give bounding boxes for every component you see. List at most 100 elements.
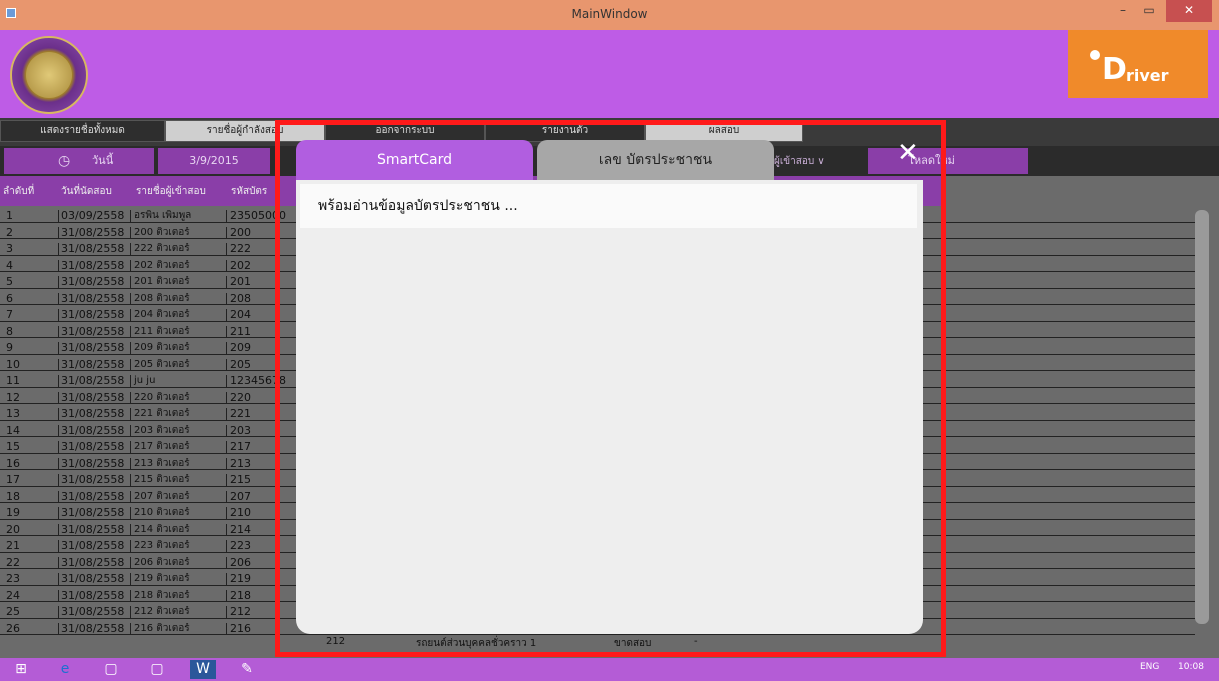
- row-date: 31/08/2558: [58, 358, 130, 371]
- clock-icon: ◷: [58, 153, 71, 169]
- row-date: 31/08/2558: [58, 342, 130, 355]
- row-date: 31/08/2558: [58, 622, 130, 635]
- row-date: 31/08/2558: [58, 276, 130, 289]
- clock: 10:08: [1178, 662, 1204, 672]
- col-date: วันที่นัดสอบ: [61, 186, 112, 197]
- row-number: 4: [6, 259, 13, 272]
- header: D river: [0, 30, 1219, 118]
- row-date: 31/08/2558: [58, 457, 130, 470]
- col-id: รหัสบัตร: [231, 186, 268, 197]
- row-name: 222 ติวเตอร์: [130, 243, 226, 256]
- row-name: 223 ติวเตอร์: [130, 540, 226, 553]
- close-icon[interactable]: ✕: [897, 138, 919, 168]
- idriver-logo: D river: [1068, 30, 1208, 98]
- col-name: รายชื่อผู้เข้าสอบ: [136, 186, 206, 197]
- row-number: 10: [6, 358, 20, 371]
- dialog-body: พร้อมอ่านข้อมูลบัตรประชาชน ...: [296, 180, 923, 634]
- card-reader-dialog: SmartCard เลข บัตรประชาชน พร้อมอ่านข้อมู…: [296, 140, 923, 634]
- row-name: 221 ติวเตอร์: [130, 408, 226, 421]
- row-number: 1: [6, 210, 13, 222]
- row-date: 31/08/2558: [58, 292, 130, 305]
- row-name: 218 ติวเตอร์: [130, 589, 226, 602]
- row-number: 17: [6, 474, 20, 486]
- row-name: 204 ติวเตอร์: [130, 309, 226, 322]
- row-date: 03/09/2558: [58, 210, 130, 223]
- row-date: 31/08/2558: [58, 309, 130, 322]
- row-date: 31/08/2558: [58, 523, 130, 536]
- row-name: 205 ติวเตอร์: [130, 358, 226, 371]
- row-number: 5: [6, 276, 13, 288]
- row-date: 31/08/2558: [58, 243, 130, 256]
- app-window-icon[interactable]: ▢: [146, 660, 168, 679]
- minimize-button[interactable]: –: [1110, 0, 1136, 22]
- row-number: 22: [6, 556, 20, 569]
- row-name: 212 ติวเตอร์: [130, 606, 226, 619]
- title-bar: MainWindow – ▭ ✕: [0, 0, 1219, 30]
- row-date: 31/08/2558: [58, 507, 130, 520]
- row-number: 15: [6, 441, 20, 453]
- row-number: 19: [6, 507, 20, 519]
- row-number: 25: [6, 606, 20, 618]
- row-number: 24: [6, 589, 20, 602]
- row-name: 216 ติวเตอร์: [130, 622, 226, 635]
- row-number: 2: [6, 226, 13, 239]
- row-name: 200 ติวเตอร์: [130, 226, 226, 239]
- row-number: 11: [6, 375, 20, 387]
- row-name: 220 ติวเตอร์: [130, 391, 226, 404]
- government-seal-logo: [10, 36, 88, 114]
- row-number: 23: [6, 573, 20, 585]
- row-number: 14: [6, 424, 20, 437]
- row-name: 209 ติวเตอร์: [130, 342, 226, 355]
- row-name: 213 ติวเตอร์: [130, 457, 226, 470]
- row-date: 31/08/2558: [58, 474, 130, 487]
- row-date: 31/08/2558: [58, 325, 130, 338]
- paint-icon[interactable]: ✎: [234, 660, 260, 679]
- close-window-button[interactable]: ✕: [1166, 0, 1212, 22]
- row-number: 16: [6, 457, 20, 470]
- row-name: 219 ติวเตอร์: [130, 573, 226, 586]
- row-date: 31/08/2558: [58, 540, 130, 553]
- row-date: 31/08/2558: [58, 441, 130, 454]
- row-date: 31/08/2558: [58, 259, 130, 272]
- row-date: 31/08/2558: [58, 375, 130, 388]
- row-number: 20: [6, 523, 20, 536]
- row-number: 21: [6, 540, 20, 552]
- row-name: ju ju: [130, 375, 226, 388]
- language-indicator[interactable]: ENG: [1140, 662, 1159, 672]
- row-number: 13: [6, 408, 20, 420]
- row-name: 211 ติวเตอร์: [130, 325, 226, 338]
- windows-start-icon[interactable]: ⊞: [10, 660, 32, 679]
- today-filter[interactable]: ◷ วันนี้: [4, 148, 154, 174]
- row-number: 6: [6, 292, 13, 305]
- row-name: 217 ติวเตอร์: [130, 441, 226, 454]
- row-name: 202 ติวเตอร์: [130, 259, 226, 272]
- ie-icon[interactable]: e: [52, 660, 78, 679]
- row-name: 208 ติวเตอร์: [130, 292, 226, 305]
- row-date: 31/08/2558: [58, 606, 130, 619]
- row-number: 26: [6, 622, 20, 635]
- maximize-button[interactable]: ▭: [1136, 0, 1162, 22]
- tab-id-number[interactable]: เลข บัตรประชาชน: [537, 140, 774, 180]
- col-no: ลำดับที่: [3, 186, 35, 197]
- row-name: 201 ติวเตอร์: [130, 276, 226, 289]
- row-date: 31/08/2558: [58, 391, 130, 404]
- app-window-icon[interactable]: ▢: [100, 660, 122, 679]
- row-name: 215 ติวเตอร์: [130, 474, 226, 487]
- row-date: 31/08/2558: [58, 490, 130, 503]
- window-title: MainWindow: [571, 7, 648, 21]
- row-name: 206 ติวเตอร์: [130, 556, 226, 569]
- row-number: 9: [6, 342, 13, 354]
- row-name: 207 ติวเตอร์: [130, 490, 226, 503]
- date-field[interactable]: 3/9/2015: [158, 148, 270, 174]
- taskbar: ⊞ e ▢ ▢ W ✎ ENG 10:08: [0, 658, 1219, 681]
- row-number: 7: [6, 309, 13, 321]
- row-date: 31/08/2558: [58, 556, 130, 569]
- vertical-scrollbar[interactable]: [1195, 210, 1209, 624]
- word-icon[interactable]: W: [190, 660, 216, 679]
- row-name: 210 ติวเตอร์: [130, 507, 226, 520]
- menu-show-all[interactable]: แสดงรายชื่อทั้งหมด: [0, 120, 165, 142]
- tab-smartcard[interactable]: SmartCard: [296, 140, 533, 180]
- row-date: 31/08/2558: [58, 226, 130, 239]
- row-date: 31/08/2558: [58, 589, 130, 602]
- row-date: 31/08/2558: [58, 424, 130, 437]
